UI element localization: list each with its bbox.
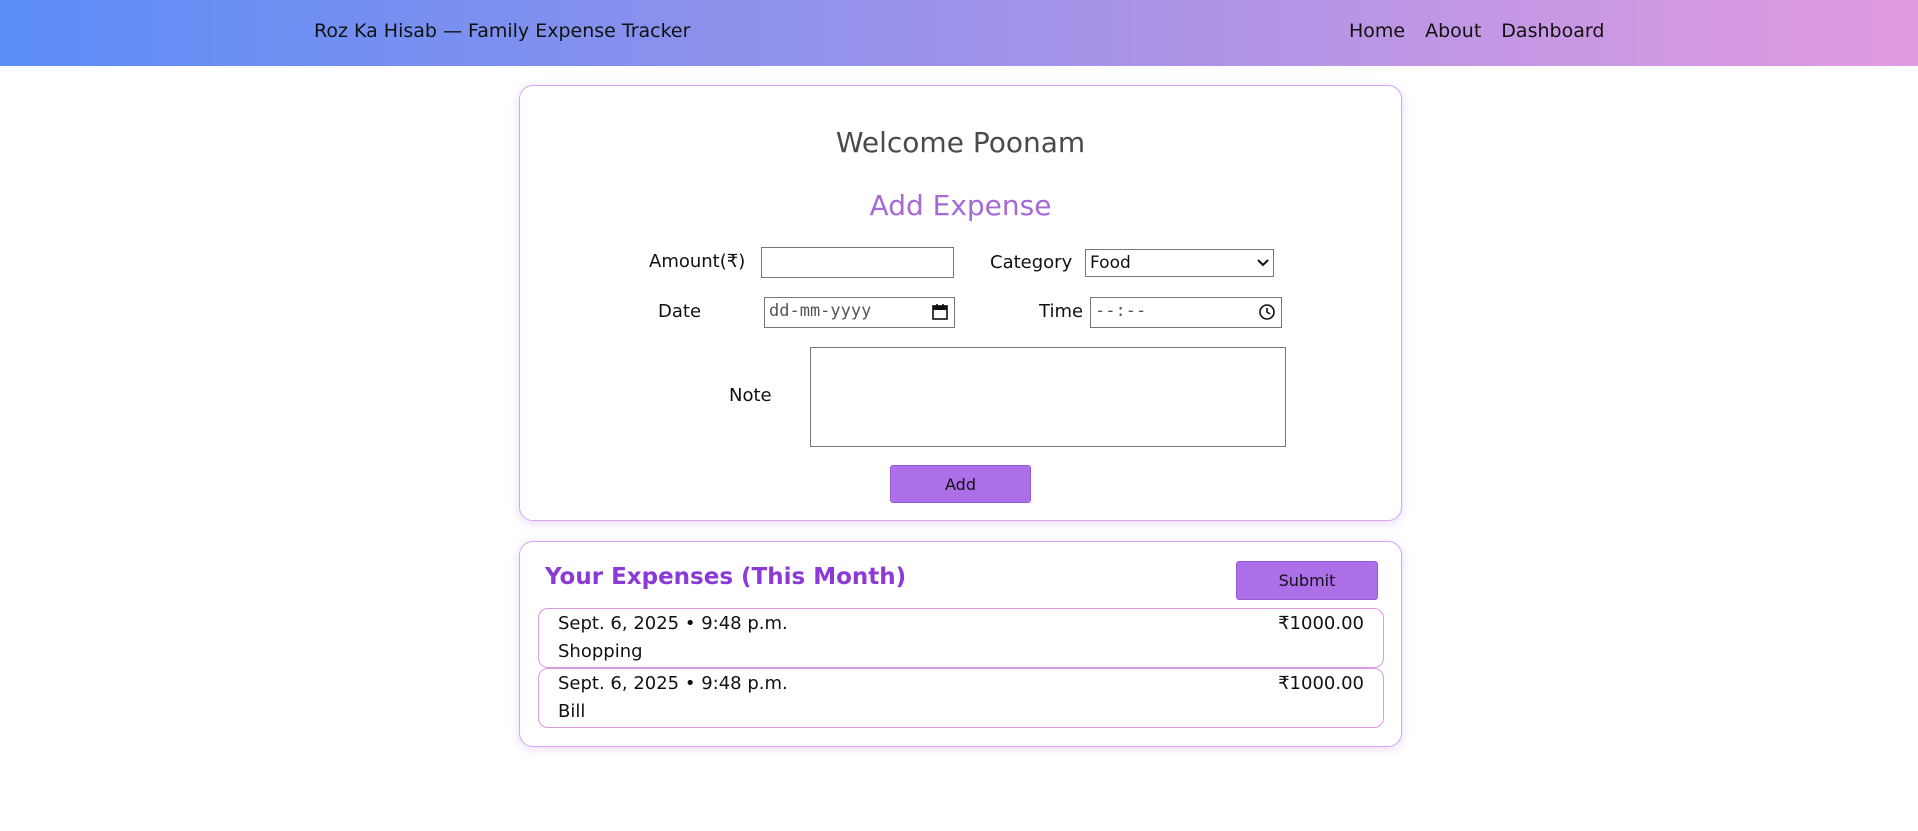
expense-amount: ₹1000.00 [1278, 613, 1364, 634]
date-placeholder: dd-mm-yyyy [769, 301, 872, 321]
amount-label: Amount(₹) [649, 251, 746, 272]
add-button[interactable]: Add [890, 465, 1031, 503]
date-label: Date [658, 301, 702, 322]
expense-datetime: Sept. 6, 2025 • 9:48 p.m. [558, 673, 788, 694]
expense-row[interactable]: Sept. 6, 2025 • 9:48 p.m. Shopping ₹1000… [538, 608, 1384, 668]
top-navbar: Roz Ka Hisab — Family Expense Tracker Ho… [0, 0, 1918, 66]
nav-about-link[interactable]: About [1425, 20, 1481, 42]
amount-input[interactable] [761, 247, 954, 278]
expense-datetime: Sept. 6, 2025 • 9:48 p.m. [558, 613, 788, 634]
add-expense-card: Welcome Poonam Add Expense Amount(₹) Cat… [519, 85, 1402, 521]
note-label: Note [729, 385, 772, 406]
expense-category: Shopping [558, 641, 643, 662]
note-textarea[interactable] [810, 347, 1286, 447]
expense-amount: ₹1000.00 [1278, 673, 1364, 694]
add-expense-heading: Add Expense [869, 189, 1052, 222]
submit-button[interactable]: Submit [1236, 561, 1378, 600]
category-selected-value: Food [1090, 253, 1131, 273]
expense-category: Bill [558, 701, 586, 722]
welcome-heading: Welcome Poonam [835, 126, 1086, 159]
time-label: Time [1039, 301, 1084, 322]
expenses-card: Your Expenses (This Month) Submit Sept. … [519, 541, 1402, 747]
chevron-down-icon [1257, 256, 1269, 270]
time-input[interactable]: --:-- [1090, 297, 1282, 328]
category-select[interactable]: Food [1085, 249, 1274, 277]
expenses-heading: Your Expenses (This Month) [545, 564, 907, 590]
nav-links: Home About Dashboard [1349, 20, 1604, 42]
date-input[interactable]: dd-mm-yyyy [764, 297, 955, 328]
nav-home-link[interactable]: Home [1349, 20, 1405, 42]
category-label: Category [990, 252, 1073, 273]
nav-dashboard-link[interactable]: Dashboard [1501, 20, 1604, 42]
time-placeholder: --:-- [1095, 301, 1147, 321]
expense-row[interactable]: Sept. 6, 2025 • 9:48 p.m. Bill ₹1000.00 [538, 668, 1384, 728]
brand-title[interactable]: Roz Ka Hisab — Family Expense Tracker [314, 20, 690, 42]
calendar-icon[interactable] [930, 302, 950, 322]
clock-icon[interactable] [1257, 302, 1277, 322]
